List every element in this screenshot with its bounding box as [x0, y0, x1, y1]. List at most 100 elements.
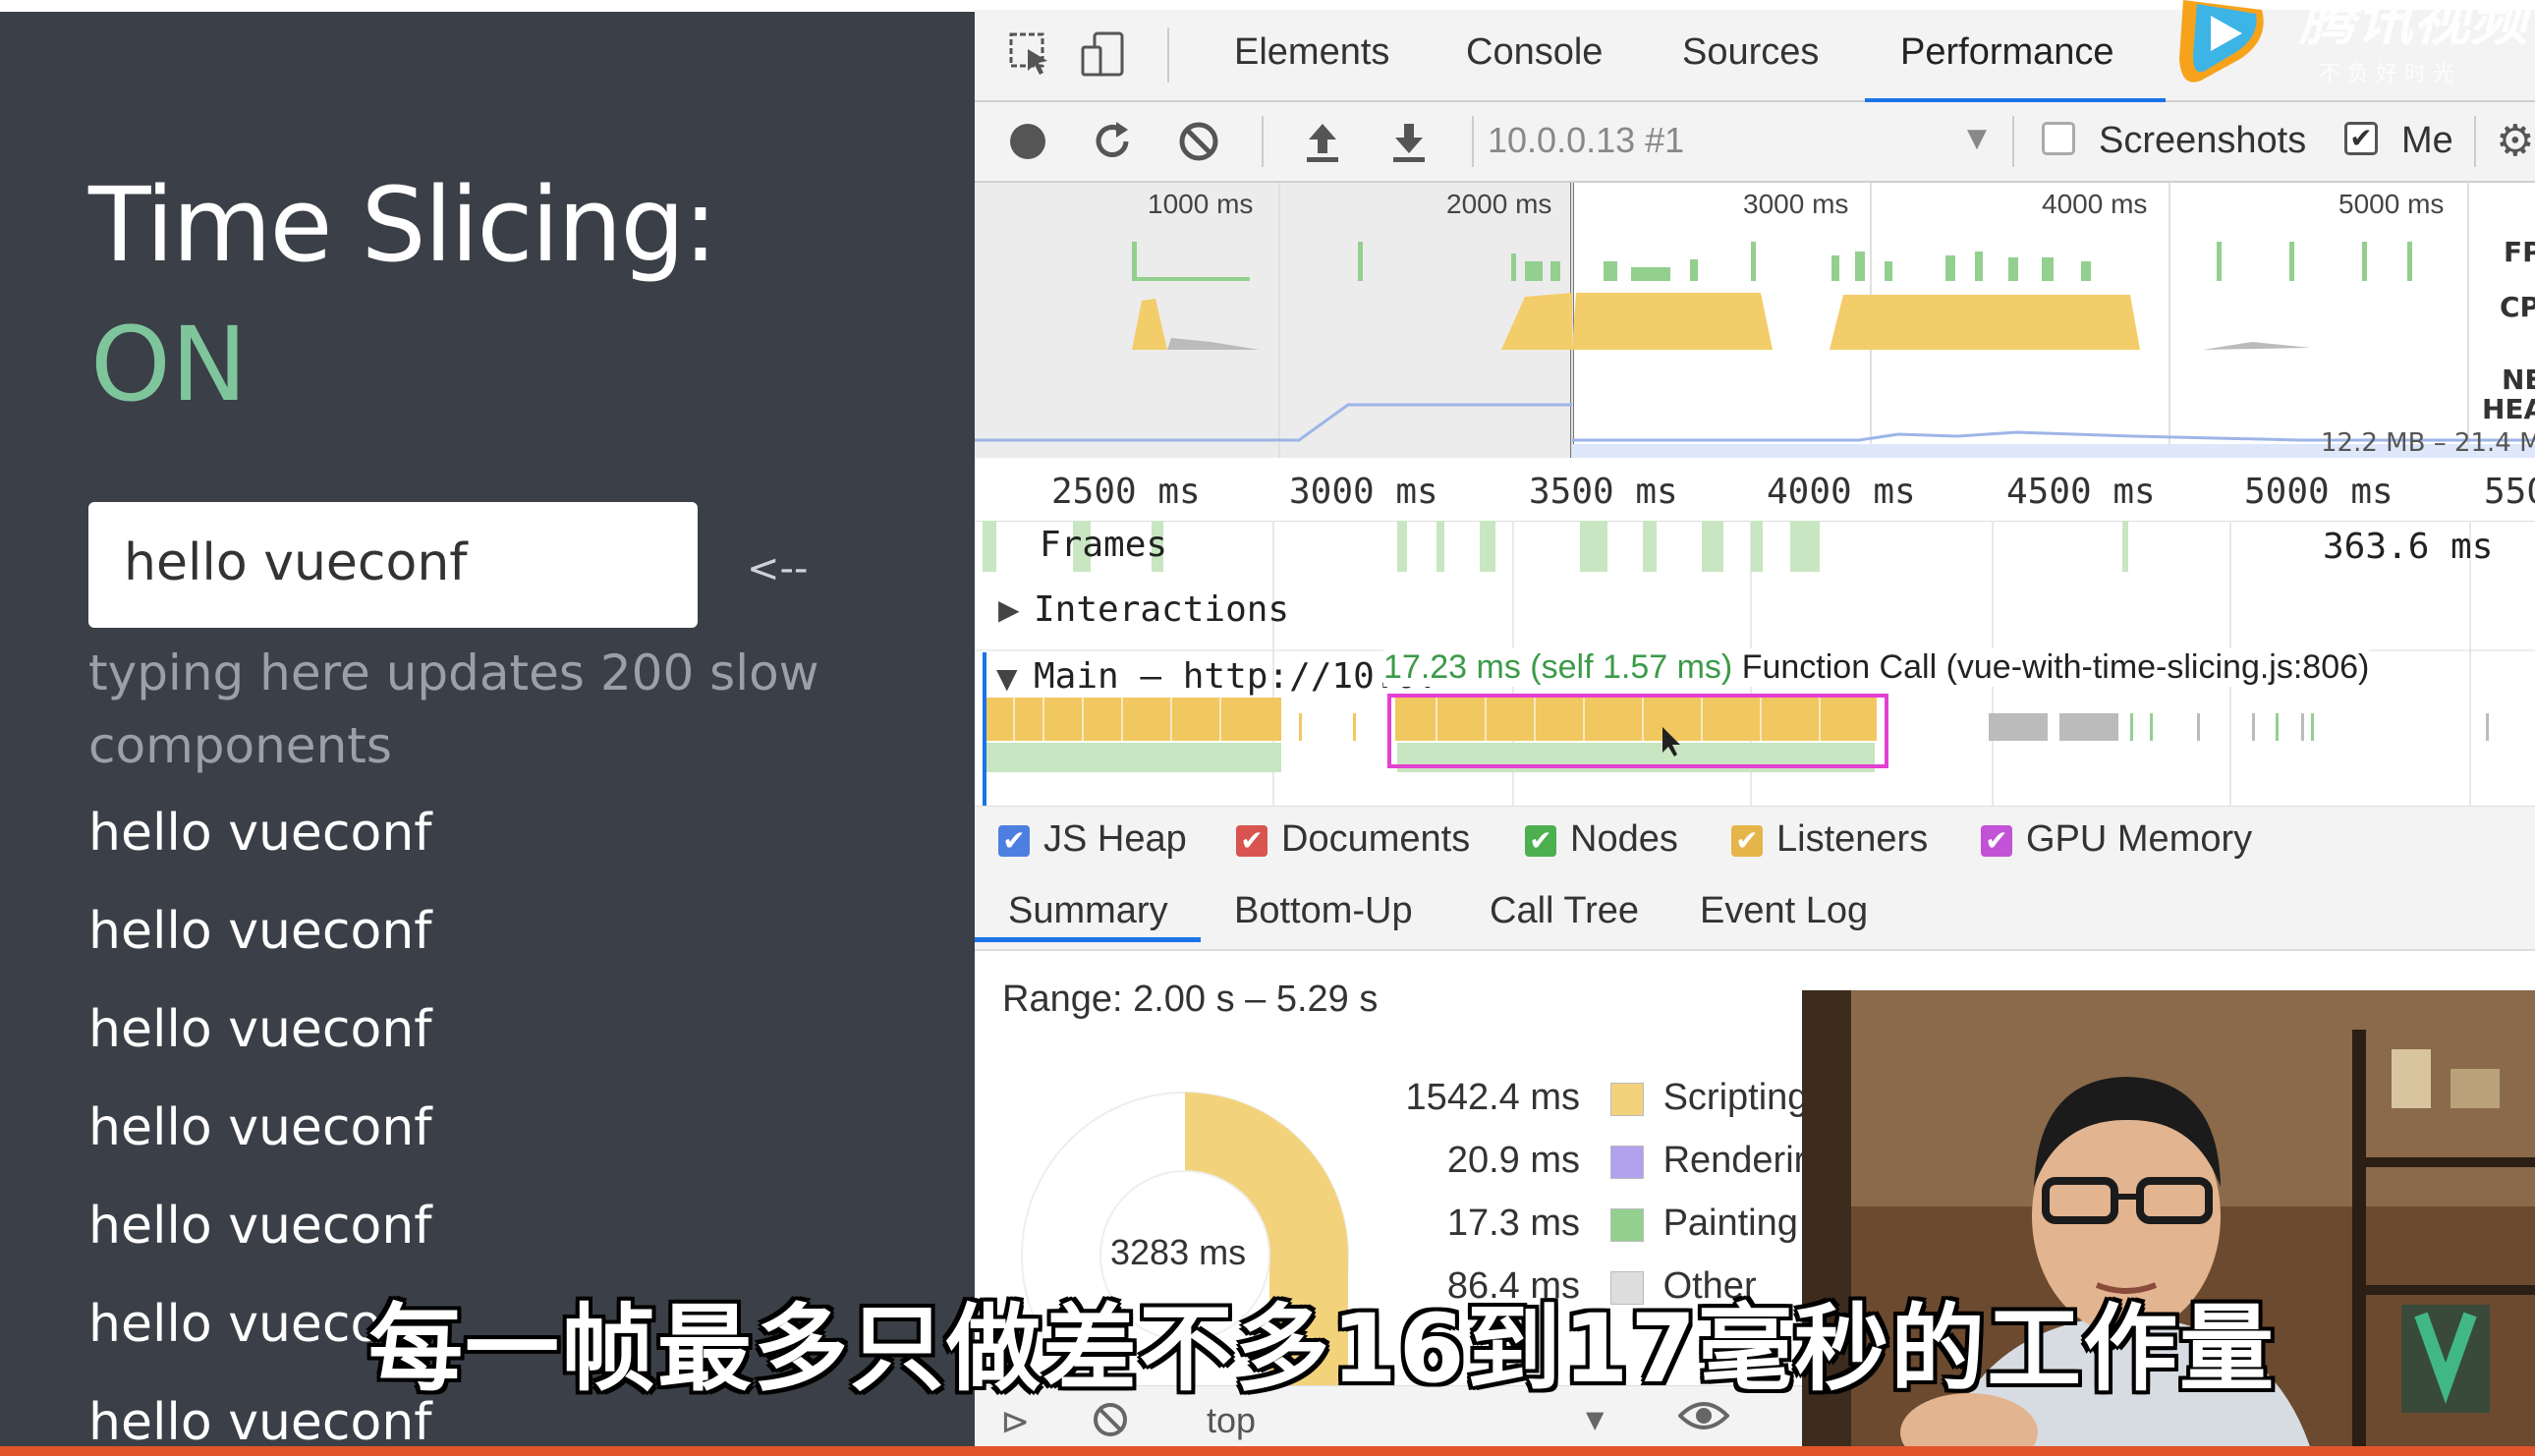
video-subtitle: 每一帧最多只做差不多16到17毫秒的工作量	[368, 1294, 2277, 1404]
summary-row-painting: 17.3 ms Painting	[1403, 1203, 1798, 1245]
tab-console[interactable]: Console	[1466, 31, 1603, 74]
overview-tick: 2000 ms	[1446, 189, 1552, 219]
frames-label: Frames	[1040, 525, 1168, 565]
ruler-tick: 4500 ms	[2006, 472, 2156, 512]
legend-label: Listeners	[1776, 818, 1929, 860]
list-item: hello vueconf	[88, 1000, 432, 1059]
expand-triangle-icon[interactable]: ▶	[998, 593, 1020, 626]
heap-label: HEA	[2482, 393, 2535, 425]
summary-value: 17.3 ms	[1446, 1203, 1580, 1244]
record-icon[interactable]	[1006, 120, 1049, 167]
overview-tick: 3000 ms	[1743, 189, 1849, 219]
inspect-element-icon[interactable]	[1008, 31, 1053, 81]
summary-label: Scripting	[1662, 1077, 1809, 1118]
memory-legend: ✔ JS Heap ✔ Documents ✔ Nodes ✔ Listeners ✔ G…	[975, 806, 2535, 877]
check-icon: ✔	[998, 824, 1030, 857]
screenshots-checkbox[interactable]	[2042, 122, 2075, 155]
gear-icon[interactable]: ⚙	[2496, 116, 2534, 166]
legend-label: Documents	[1281, 818, 1471, 860]
net-label: NE	[2502, 364, 2535, 396]
ruler-tick: 2500 ms	[1051, 472, 1201, 512]
reload-icon[interactable]	[1091, 120, 1134, 167]
summary-row-scripting: 1542.4 ms Scripting	[1403, 1077, 1809, 1119]
tab-performance[interactable]: Performance	[1900, 31, 2114, 74]
memory-checkbox[interactable]: ✔	[2344, 122, 2378, 155]
screenshots-label: Screenshots	[2099, 120, 2307, 161]
helper-text: typing here updates 200 slow components	[88, 644, 819, 774]
legend-js-heap[interactable]: ✔ JS Heap	[998, 818, 1187, 861]
demo-panel: Time Slicing: ON hello vueconf <-- typin…	[0, 0, 975, 1456]
summary-label: Renderir	[1662, 1140, 1807, 1181]
fps-label: FP	[2504, 236, 2535, 268]
color-swatch	[1609, 1207, 1644, 1242]
cpu-label: CP	[2500, 291, 2535, 323]
list-item: hello vueconf	[88, 1098, 432, 1157]
tab-sources[interactable]: Sources	[1682, 31, 1819, 74]
divider	[1262, 116, 1264, 167]
list-item: hello vueconf	[88, 804, 432, 863]
color-swatch	[1609, 1145, 1644, 1179]
page-title: Time Slicing:	[88, 165, 717, 285]
recording-select[interactable]: 10.0.0.13 #1	[1488, 120, 1684, 161]
highlight-box	[1387, 694, 1888, 768]
upload-icon[interactable]	[1301, 120, 1344, 167]
legend-gpu-memory[interactable]: ✔ GPU Memory	[1981, 818, 2252, 861]
memory-label: Me	[2401, 120, 2453, 161]
summary-value: 1542.4 ms	[1405, 1077, 1580, 1118]
chevron-down-icon[interactable]: ▼	[1967, 124, 1987, 153]
range-text: Range: 2.00 s – 5.29 s	[1002, 979, 1379, 1020]
clear-icon[interactable]	[1177, 120, 1220, 167]
status-text: ON	[90, 305, 248, 424]
legend-label: JS Heap	[1043, 818, 1187, 860]
main-thread-label[interactable]: Main — http://10.0.	[1034, 656, 1438, 697]
overview-tick: 5000 ms	[2338, 189, 2445, 219]
summary-label: Painting	[1662, 1203, 1798, 1244]
check-icon: ✔	[1731, 824, 1763, 857]
tab-summary[interactable]: Summary	[1008, 890, 1168, 932]
active-subtab-indicator	[975, 937, 1201, 942]
tencent-video-logo: 腾讯视频 不 负 好 时 光	[2171, 0, 2535, 88]
color-swatch	[1609, 1082, 1644, 1116]
overview-graph	[975, 183, 2535, 458]
summary-value: 20.9 ms	[1446, 1140, 1580, 1181]
tab-event-log[interactable]: Event Log	[1700, 890, 1868, 932]
legend-label: GPU Memory	[2026, 818, 2253, 860]
donut-total: 3283 ms	[1110, 1232, 1247, 1272]
divider	[1472, 116, 1474, 167]
legend-listeners[interactable]: ✔ Listeners	[1731, 818, 1928, 861]
tab-elements[interactable]: Elements	[1234, 31, 1389, 74]
divider	[1167, 28, 1169, 83]
tooltip-text: Function Call (vue-with-time-slicing.js:…	[1741, 648, 2370, 686]
tab-bottom-up[interactable]: Bottom-Up	[1234, 890, 1413, 932]
timeline-overview[interactable]: 1000 ms 2000 ms 3000 ms 4000 ms 5000 ms …	[975, 183, 2535, 458]
text-input[interactable]: hello vueconf	[88, 502, 698, 628]
performance-toolbar: 10.0.0.13 #1 ▼ Screenshots ✔ Me ⚙	[975, 102, 2535, 183]
overview-tick: 4000 ms	[2042, 189, 2148, 219]
watermark-sub: 不 负 好 时 光	[2319, 62, 2454, 86]
ruler-tick: 3000 ms	[1289, 472, 1438, 512]
arrow-indicator: <--	[747, 546, 809, 591]
overview-tick: 1000 ms	[1148, 189, 1254, 219]
divider	[2474, 116, 2476, 167]
download-icon[interactable]	[1387, 120, 1431, 167]
timeline-ruler: 2500 ms 3000 ms 3500 ms 4000 ms 4500 ms …	[975, 462, 2535, 522]
interactions-label[interactable]: Interactions	[1034, 589, 1289, 630]
list-item: hello vuecon	[88, 1295, 415, 1354]
heap-range: 12.2 MB – 21.4 M	[2321, 428, 2535, 458]
ruler-tick: 4000 ms	[1767, 472, 1916, 512]
frame-duration: 363.6 ms	[2323, 527, 2494, 567]
check-icon: ✔	[1236, 824, 1268, 857]
collapse-triangle-icon[interactable]: ▼	[996, 662, 1018, 695]
list-item: hello vueconf	[88, 902, 432, 961]
device-toolbar-icon[interactable]	[1079, 29, 1128, 83]
summary-row-rendering: 20.9 ms Renderir	[1403, 1140, 1806, 1182]
tooltip-time: 17.23 ms (self 1.57 ms)	[1383, 648, 1733, 686]
legend-documents[interactable]: ✔ Documents	[1236, 818, 1470, 861]
list-item: hello vueconf	[88, 1197, 432, 1256]
chevron-down-icon[interactable]: ▼	[1586, 1406, 1604, 1433]
check-icon: ✔	[1525, 824, 1556, 857]
tab-call-tree[interactable]: Call Tree	[1490, 890, 1639, 932]
details-tab-bar: Summary Bottom-Up Call Tree Event Log	[975, 876, 2535, 951]
legend-nodes[interactable]: ✔ Nodes	[1525, 818, 1678, 861]
ruler-tick: 3500 ms	[1529, 472, 1678, 512]
